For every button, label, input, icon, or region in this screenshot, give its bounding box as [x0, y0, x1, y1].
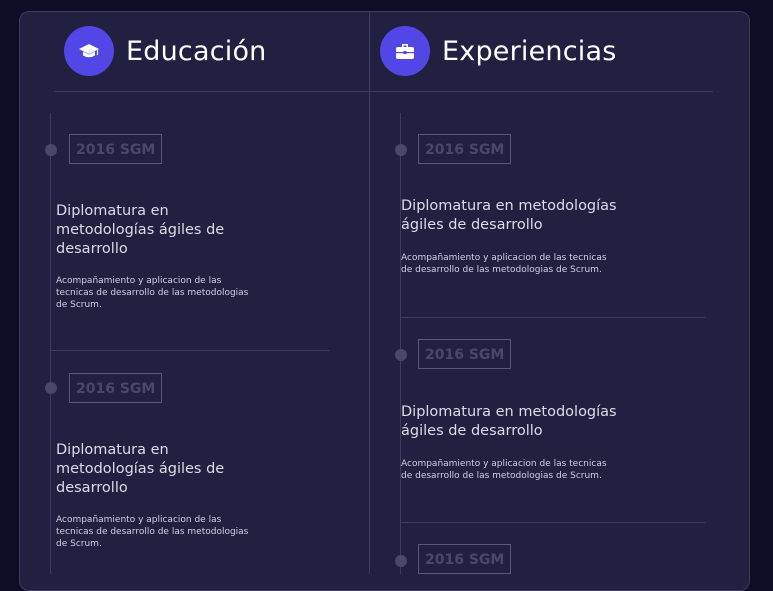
item-separator	[401, 317, 706, 318]
briefcase-icon	[380, 26, 430, 76]
date-badge: 2016 SGM	[69, 134, 163, 164]
experience-title: Experiencias	[442, 35, 617, 67]
item-title: Diplomatura en metodologías ágiles de de…	[401, 198, 617, 233]
education-title: Educación	[126, 35, 267, 67]
timeline-dot	[45, 382, 57, 394]
column-divider	[369, 11, 370, 574]
education-header: Educación	[64, 26, 266, 76]
item-description: Acompañamiento y aplicacion de las tecni…	[401, 459, 607, 481]
item-description: Acompañamiento y aplicacion de las tecni…	[401, 253, 607, 275]
item-description: Acompañamiento y aplicacion de las tecni…	[56, 515, 249, 549]
experience-header: Experiencias	[380, 26, 616, 76]
item-description: Acompañamiento y aplicacion de las tecni…	[56, 276, 249, 310]
item-separator	[401, 522, 706, 523]
date-badge: 2016 SGM	[418, 544, 512, 574]
item-title: Diplomatura en metodologías ágiles de de…	[401, 404, 617, 439]
experience-timeline-line	[400, 113, 401, 574]
date-badge: 2016 SGM	[418, 339, 512, 369]
date-badge: 2016 SGM	[69, 373, 163, 403]
graduation-cap-icon	[64, 26, 114, 76]
item-title: Diplomatura en metodologías ágiles de de…	[56, 203, 225, 257]
timeline-dot	[395, 349, 407, 361]
header-divider	[54, 91, 713, 92]
education-timeline-line	[50, 113, 51, 574]
timeline-dot	[395, 555, 407, 567]
item-title: Diplomatura en metodologías ágiles de de…	[56, 442, 225, 496]
date-badge: 2016 SGM	[418, 134, 512, 164]
item-separator	[51, 350, 330, 351]
timeline-dot	[45, 144, 57, 156]
timeline-dot	[395, 144, 407, 156]
